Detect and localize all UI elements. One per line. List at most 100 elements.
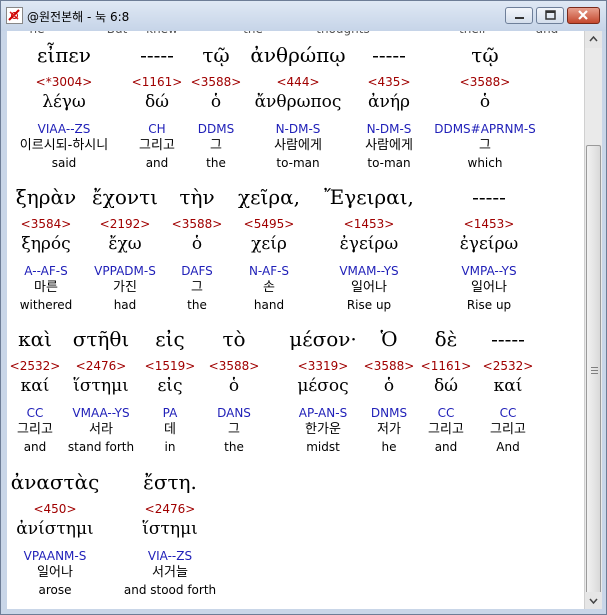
korean-gloss: 이르시되-하시니 [19,138,109,153]
interlinear-word[interactable]: εἶπεν <*3004> λέγω VIAA--ZS 이르시되-하시니 said [20,41,108,171]
strong-number: <1453> [463,217,515,231]
korean-gloss: 그 [210,138,222,153]
interlinear-word[interactable]: στῆθι <2476> ἵστημι VMAA--YS 서라 stand forth [68,325,134,455]
strong-number: <2532> [482,359,534,373]
maximize-button[interactable] [536,7,564,24]
interlinear-word[interactable]: τὸ <3588> ὁ DANS 그 the [209,325,260,455]
lemma: δώ [433,376,459,396]
strong-number: <3588> [363,359,415,373]
scrollbar-thumb[interactable] [586,145,601,596]
morphology-code: CC [437,406,455,420]
clipped-previous-line: he But knew the thoughts their and [7,31,584,36]
lemma: ἄνθρωπος [254,92,342,112]
greek-word: ----- [140,43,174,67]
greek-word: ἔχοντι [92,185,158,209]
morphology-code: VMAA--YS [72,406,130,420]
greek-word: καὶ [18,327,52,351]
strong-number: <1161> [420,359,472,373]
interlinear-word[interactable]: ἀναστὰς <450> ἀνίστημι VPAANM-S 일어나 arose [11,468,100,598]
interlinear-text-view[interactable]: he But knew the thoughts their and εἶπεν <*3004… [7,31,584,609]
interlinear-word[interactable]: ξηρὰν <3584> ξηρός A--AF-S 마른 withered [16,183,76,313]
interlinear-word[interactable]: μέσον· <3319> μέσος AP-AN-S 한가운 midst [289,325,357,455]
korean-gloss: 서라 [89,422,113,437]
scroll-down-button[interactable] [585,592,602,609]
lemma: καί [20,376,50,396]
greek-word: ----- [472,185,506,209]
strong-number: <3588> [171,217,223,231]
strong-number: <3584> [20,217,72,231]
app-window: @원전본해 - 눅 6:8 he But knew the thoughts their a… [0,0,607,615]
vertical-scrollbar[interactable] [584,31,602,609]
english-gloss: Rise up [466,298,512,312]
app-logo-icon [6,7,23,24]
korean-gloss: 일어나 [471,280,507,295]
interlinear-word[interactable]: ἀνθρώπῳ <444> ἄνθρωπος N-DM-S 사람에게 to-man [250,41,345,171]
strong-number: <435> [367,75,411,89]
korean-gloss: 그리고 [17,422,53,437]
lemma: ἵστημι [142,519,198,539]
lemma: χείρ [251,234,287,254]
interlinear-word[interactable]: χεῖρα, <5495> χείρ N-AF-S 손 hand [238,183,300,313]
strong-number: <1519> [144,359,196,373]
lemma: ἔχω [108,234,142,254]
korean-gloss: 손 [263,280,275,295]
interlinear-word[interactable]: Ἔγειραι, <1453> ἐγείρω VMAM--YS 일어나 Rise up [324,183,414,313]
greek-word: μέσον· [289,327,357,351]
interlinear-word[interactable]: ----- <2532> καί CC 그리고 And [483,325,534,455]
korean-gloss: 사람에게 [274,138,322,153]
morphology-code: CC [26,406,44,420]
interlinear-word[interactable]: εἰς <1519> εἰς PA 데 in [145,325,196,455]
english-gloss: arose [38,583,72,597]
interlinear-word[interactable]: τῷ <3588> ὁ DDMS#APRNM-S 그 which [434,41,536,171]
greek-word: τὸ [222,327,246,351]
english-gloss: to-man [367,156,411,170]
interlinear-word[interactable]: Ὁ <3588> ὁ DNMS 저가 he [364,325,415,455]
korean-gloss: 서거늘 [152,565,188,580]
korean-gloss: 가진 [113,280,137,295]
korean-gloss: 저가 [377,422,401,437]
interlinear-word[interactable]: ἔχοντι <2192> ἔχω VPPADM-S 가진 had [92,183,158,313]
english-gloss: and [145,156,169,170]
close-button[interactable] [567,7,600,24]
greek-word: τῷ [471,43,499,67]
greek-word: ξηρὰν [15,185,77,209]
morphology-code: VPAANM-S [23,549,87,563]
morphology-code: VIA--ZS [147,549,193,563]
interlinear-word[interactable]: τῷ <3588> ὁ DDMS 그 the [191,41,242,171]
korean-gloss: 그 [228,422,240,437]
korean-gloss: 일어나 [351,280,387,295]
interlinear-word[interactable]: δὲ <1161> δώ CC 그리고 and [421,325,472,455]
interlinear-word[interactable]: τὴν <3588> ὁ DAFS 그 the [172,183,223,313]
lemma: καί [493,376,523,396]
strong-number: <3319> [297,359,349,373]
morphology-code: AP-AN-S [298,406,348,420]
interlinear-word[interactable]: ----- <435> ἀνήρ N-DM-S 사람에게 to-man [365,41,413,171]
morphology-code: DNMS [370,406,408,420]
interlinear-word[interactable]: καὶ <2532> καί CC 그리고 and [10,325,61,455]
greek-word: ἀνθρώπῳ [250,43,346,67]
title-bar[interactable]: @원전본해 - 눅 6:8 [1,1,606,31]
greek-word: ----- [372,43,406,67]
english-gloss: and [434,440,458,454]
lemma: ἐγείρω [339,234,399,254]
clipped-word: their [459,31,487,36]
lemma: ὁ [228,376,240,396]
english-gloss: midst [306,440,340,454]
clipped-word: thoughts [316,31,369,36]
interlinear-word[interactable]: ----- <1453> ἐγείρω VMPA--YS 일어나 Rise up [460,183,519,313]
greek-word: τὴν [179,185,215,209]
english-gloss: the [187,298,207,312]
interlinear-word[interactable]: ----- <1161> δώ CH 그리고 and [132,41,183,171]
morphology-code: DAFS [181,264,213,278]
morphology-code: DDMS#APRNM-S [434,122,536,136]
lemma: μέσος [297,376,349,396]
strong-number: <2532> [9,359,61,373]
morphology-code: VIAA--ZS [37,122,91,136]
korean-gloss: 사람에게 [365,138,413,153]
interlinear-word[interactable]: ἔστη. <2476> ἵστημι VIA--ZS 서거늘 and stood for… [124,468,216,598]
english-gloss: the [206,156,226,170]
minimize-button[interactable] [505,7,533,24]
strong-number: <5495> [243,217,295,231]
english-gloss: had [113,298,137,312]
scroll-up-button[interactable] [585,31,602,48]
